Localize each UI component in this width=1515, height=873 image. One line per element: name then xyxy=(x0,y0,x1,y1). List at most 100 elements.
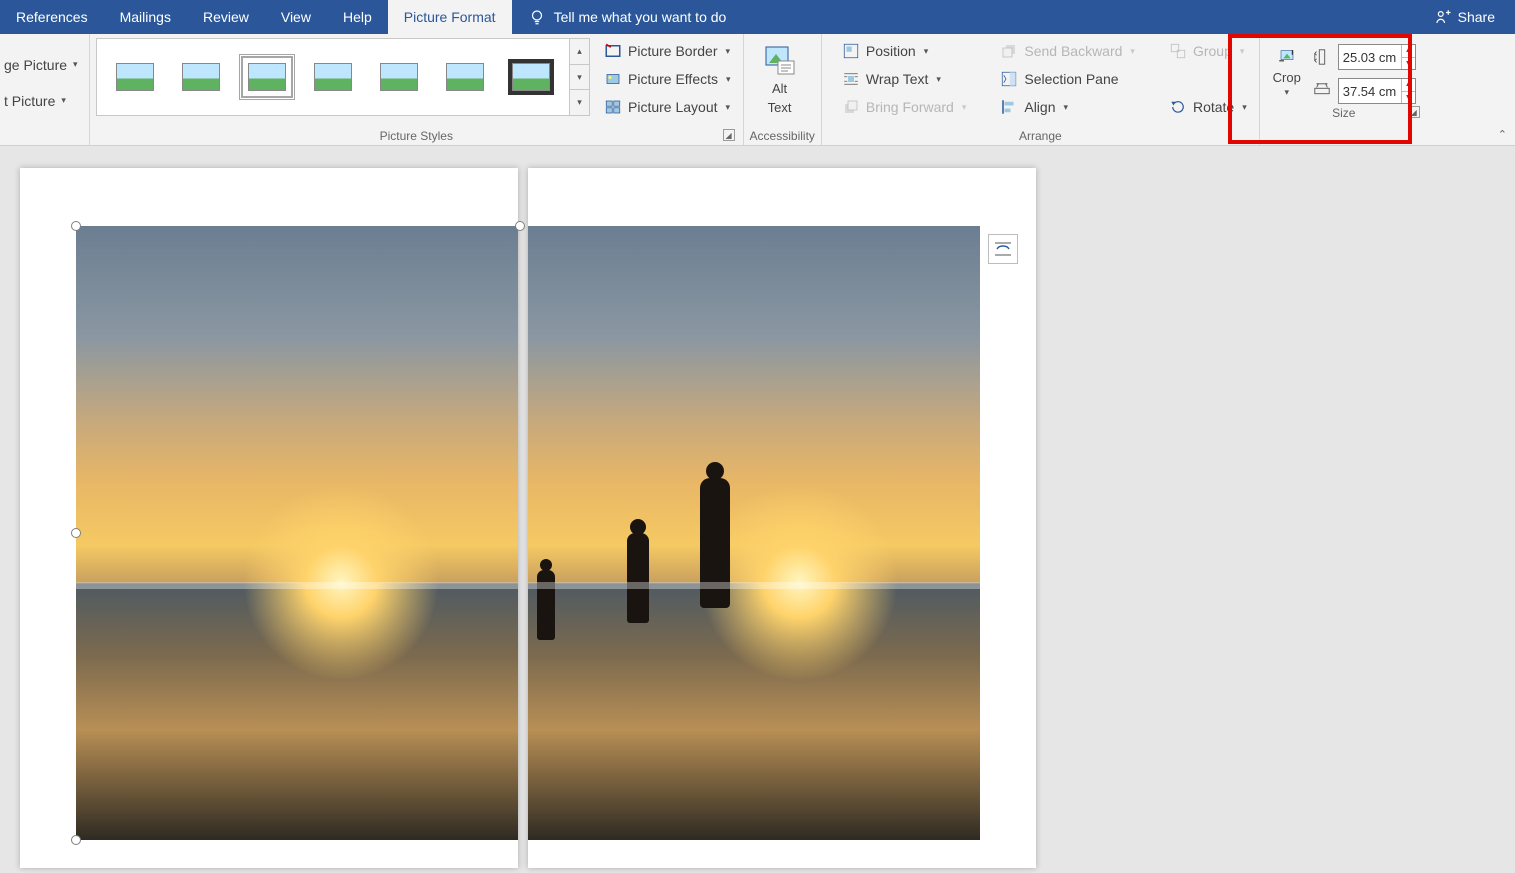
selection-handle-bl[interactable] xyxy=(71,835,81,845)
change-picture-button[interactable]: ge Picture ▾ xyxy=(0,50,82,80)
rotate-button[interactable]: Rotate ▾ xyxy=(1163,94,1253,120)
picture-styles-dialog-launcher[interactable]: ◢ xyxy=(723,129,735,141)
align-button[interactable]: Align ▾ xyxy=(994,94,1141,120)
gallery-row-up[interactable]: ▴ xyxy=(570,39,589,65)
tab-help[interactable]: Help xyxy=(327,0,388,34)
position-label: Position xyxy=(866,43,916,59)
tab-mailings[interactable]: Mailings xyxy=(104,0,187,34)
group-arrange: Position ▾ Wrap Text ▾ Bring Forward ▾ xyxy=(822,34,1260,145)
picture-effects-label: Picture Effects xyxy=(628,71,718,87)
layout-options-button[interactable] xyxy=(988,234,1018,264)
send-backward-label: Send Backward xyxy=(1024,43,1122,59)
tab-review[interactable]: Review xyxy=(187,0,265,34)
style-thumb-5[interactable] xyxy=(375,58,423,96)
picture-layout-icon xyxy=(604,98,622,116)
share-icon xyxy=(1434,8,1452,26)
picture-layout-button[interactable]: Picture Layout ▾ xyxy=(598,94,737,120)
ribbon-tabstrip: References Mailings Review View Help Pic… xyxy=(0,0,1515,34)
picture-border-icon xyxy=(604,42,622,60)
group-objects-button: Group ▾ xyxy=(1163,38,1253,64)
height-spin-up[interactable]: ▲ xyxy=(1402,45,1415,58)
selection-pane-icon xyxy=(1000,70,1018,88)
lightbulb-icon xyxy=(528,8,546,26)
change-picture-label: ge Picture xyxy=(4,57,67,73)
tab-view[interactable]: View xyxy=(265,0,327,34)
bring-forward-label: Bring Forward xyxy=(866,99,954,115)
picture-styles-more: ▴ ▾ ▾ xyxy=(570,38,590,116)
chevron-down-icon: ▾ xyxy=(725,46,730,57)
style-thumb-2[interactable] xyxy=(177,58,225,96)
chevron-down-icon: ▾ xyxy=(1130,46,1135,57)
rotate-label: Rotate xyxy=(1193,99,1234,115)
width-icon xyxy=(1312,81,1332,101)
reset-picture-label: t Picture xyxy=(4,93,55,109)
crop-button[interactable]: Crop ▾ xyxy=(1272,44,1302,98)
picture-border-button[interactable]: Picture Border ▾ xyxy=(598,38,737,64)
width-input[interactable]: ▲ ▼ xyxy=(1338,78,1416,104)
alt-text-button[interactable]: Alt Text xyxy=(750,38,810,116)
wrap-text-label: Wrap Text xyxy=(866,71,929,87)
width-field[interactable] xyxy=(1339,79,1401,103)
chevron-down-icon: ▾ xyxy=(1242,102,1247,113)
position-icon xyxy=(842,42,860,60)
tell-me-search[interactable]: Tell me what you want to do xyxy=(512,0,743,34)
size-dialog-launcher[interactable]: ◢ xyxy=(1408,106,1420,118)
group-accessibility-label: Accessibility xyxy=(750,127,815,143)
width-spin-down[interactable]: ▼ xyxy=(1402,92,1415,104)
tab-references[interactable]: References xyxy=(0,0,104,34)
send-backward-icon xyxy=(1000,42,1018,60)
picture-effects-icon xyxy=(604,70,622,88)
group-size-label: Size ◢ xyxy=(1266,104,1422,120)
group-picture-styles: ▴ ▾ ▾ Picture Border ▾ Picture xyxy=(90,34,744,145)
bring-forward-button: Bring Forward ▾ xyxy=(836,94,972,120)
alt-text-line2: Text xyxy=(768,101,792,116)
height-field[interactable] xyxy=(1339,45,1401,69)
group-adjust-label xyxy=(0,127,83,143)
style-thumb-7[interactable] xyxy=(507,58,555,96)
gallery-row-down[interactable]: ▾ xyxy=(570,65,589,91)
bring-forward-icon xyxy=(842,98,860,116)
style-thumb-3[interactable] xyxy=(243,58,291,96)
position-button[interactable]: Position ▾ xyxy=(836,38,972,64)
tab-picture-format[interactable]: Picture Format xyxy=(388,0,512,34)
selection-handle-ml[interactable] xyxy=(71,528,81,538)
document-canvas[interactable] xyxy=(0,146,1515,873)
chevron-down-icon: ▾ xyxy=(1284,87,1289,98)
selection-handle-tl[interactable] xyxy=(71,221,81,231)
share-button[interactable]: Share xyxy=(1414,0,1515,34)
collapse-ribbon-button[interactable]: ⌃ xyxy=(1498,128,1507,141)
group-accessibility: Alt Text Accessibility xyxy=(744,34,822,145)
group-icon xyxy=(1169,42,1187,60)
group-adjust-clipped: ge Picture ▾ t Picture ▾ xyxy=(0,34,90,145)
selection-handle-tm[interactable] xyxy=(515,221,525,231)
selection-pane-button[interactable]: Selection Pane xyxy=(994,66,1141,92)
tabstrip-spacer xyxy=(742,0,1413,34)
chevron-down-icon: ▾ xyxy=(1240,46,1245,57)
height-spin-down[interactable]: ▼ xyxy=(1402,58,1415,70)
wrap-text-icon xyxy=(842,70,860,88)
picture-effects-button[interactable]: Picture Effects ▾ xyxy=(598,66,737,92)
height-icon xyxy=(1312,47,1332,67)
chevron-down-icon: ▾ xyxy=(962,102,967,113)
group-objects-label: Group xyxy=(1193,43,1232,59)
tell-me-placeholder: Tell me what you want to do xyxy=(554,9,727,25)
share-label: Share xyxy=(1458,9,1495,25)
inserted-picture-right[interactable] xyxy=(528,226,980,840)
alt-text-icon xyxy=(763,44,797,78)
style-thumb-4[interactable] xyxy=(309,58,357,96)
gallery-expand[interactable]: ▾ xyxy=(570,90,589,115)
chevron-down-icon: ▾ xyxy=(924,46,929,57)
width-spin-up[interactable]: ▲ xyxy=(1402,79,1415,92)
style-thumb-1[interactable] xyxy=(111,58,159,96)
ribbon: ge Picture ▾ t Picture ▾ xyxy=(0,34,1515,146)
chevron-down-icon: ▾ xyxy=(936,74,941,85)
chevron-down-icon: ▾ xyxy=(1064,102,1069,113)
wrap-text-button[interactable]: Wrap Text ▾ xyxy=(836,66,972,92)
group-picture-styles-label: Picture Styles ◢ xyxy=(96,127,737,143)
reset-picture-button[interactable]: t Picture ▾ xyxy=(0,86,70,116)
height-input[interactable]: ▲ ▼ xyxy=(1338,44,1416,70)
align-icon xyxy=(1000,98,1018,116)
picture-styles-gallery xyxy=(96,38,570,116)
inserted-picture-left[interactable] xyxy=(76,226,518,840)
style-thumb-6[interactable] xyxy=(441,58,489,96)
